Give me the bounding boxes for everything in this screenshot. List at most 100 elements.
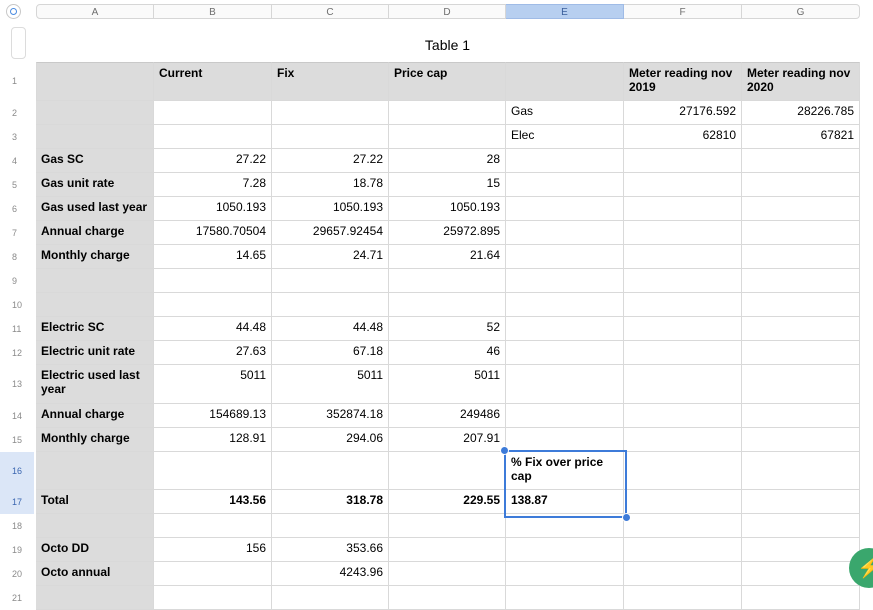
cell-a15[interactable]: Monthly charge: [36, 428, 154, 452]
cell-b1[interactable]: Current: [154, 62, 272, 101]
cell-a3[interactable]: [36, 125, 154, 149]
cell-c9[interactable]: [272, 269, 389, 293]
row-header-13[interactable]: 13: [0, 365, 34, 404]
cell-f12[interactable]: [624, 341, 742, 365]
cell-e8[interactable]: [506, 245, 624, 269]
cell-e2[interactable]: Gas: [506, 101, 624, 125]
row-header-10[interactable]: 10: [0, 293, 34, 317]
column-header-a[interactable]: A: [36, 4, 154, 19]
cell-g2[interactable]: 28226.785: [742, 101, 860, 125]
cell-e14[interactable]: [506, 404, 624, 428]
row-header-15[interactable]: 15: [0, 428, 34, 452]
cell-a2[interactable]: [36, 101, 154, 125]
cell-e3[interactable]: Elec: [506, 125, 624, 149]
row-header-1[interactable]: 1: [0, 62, 34, 101]
column-header-g[interactable]: G: [742, 4, 860, 19]
cell-b20[interactable]: [154, 562, 272, 586]
cell-b14[interactable]: 154689.13: [154, 404, 272, 428]
cell-b5[interactable]: 7.28: [154, 173, 272, 197]
cell-c14[interactable]: 352874.18: [272, 404, 389, 428]
cell-d20[interactable]: [389, 562, 506, 586]
cell-f18[interactable]: [624, 514, 742, 538]
row-header-20[interactable]: 20: [0, 562, 34, 586]
cell-f15[interactable]: [624, 428, 742, 452]
column-header-d[interactable]: D: [389, 4, 506, 19]
cell-d18[interactable]: [389, 514, 506, 538]
cell-e7[interactable]: [506, 221, 624, 245]
cell-a6[interactable]: Gas used last year: [36, 197, 154, 221]
cell-b8[interactable]: 14.65: [154, 245, 272, 269]
row-header-8[interactable]: 8: [0, 245, 34, 269]
row-header-5[interactable]: 5: [0, 173, 34, 197]
cell-g10[interactable]: [742, 293, 860, 317]
cell-f17[interactable]: [624, 490, 742, 514]
cell-g11[interactable]: [742, 317, 860, 341]
cell-d10[interactable]: [389, 293, 506, 317]
cell-a10[interactable]: [36, 293, 154, 317]
cell-d17[interactable]: 229.55: [389, 490, 506, 514]
cell-e4[interactable]: [506, 149, 624, 173]
cell-f21[interactable]: [624, 586, 742, 610]
cell-f6[interactable]: [624, 197, 742, 221]
row-header-12[interactable]: 12: [0, 341, 34, 365]
cell-a12[interactable]: Electric unit rate: [36, 341, 154, 365]
row-header-14[interactable]: 14: [0, 404, 34, 428]
cell-b17[interactable]: 143.56: [154, 490, 272, 514]
cell-b4[interactable]: 27.22: [154, 149, 272, 173]
cell-f8[interactable]: [624, 245, 742, 269]
cell-g19[interactable]: [742, 538, 860, 562]
cell-e21[interactable]: [506, 586, 624, 610]
cell-a8[interactable]: Monthly charge: [36, 245, 154, 269]
row-header-11[interactable]: 11: [0, 317, 34, 341]
cell-d21[interactable]: [389, 586, 506, 610]
cell-d1[interactable]: Price cap: [389, 62, 506, 101]
cell-a11[interactable]: Electric SC: [36, 317, 154, 341]
cell-a18[interactable]: [36, 514, 154, 538]
cell-c16[interactable]: [272, 452, 389, 490]
cell-a4[interactable]: Gas SC: [36, 149, 154, 173]
cell-g3[interactable]: 67821: [742, 125, 860, 149]
cell-b11[interactable]: 44.48: [154, 317, 272, 341]
cell-f3[interactable]: 62810: [624, 125, 742, 149]
cell-b6[interactable]: 1050.193: [154, 197, 272, 221]
cell-f13[interactable]: [624, 365, 742, 404]
cell-e13[interactable]: [506, 365, 624, 404]
cell-e11[interactable]: [506, 317, 624, 341]
cell-e19[interactable]: [506, 538, 624, 562]
row-header-4[interactable]: 4: [0, 149, 34, 173]
cell-d13[interactable]: 5011: [389, 365, 506, 404]
cell-c12[interactable]: 67.18: [272, 341, 389, 365]
cell-c10[interactable]: [272, 293, 389, 317]
column-header-c[interactable]: C: [272, 4, 389, 19]
cell-c3[interactable]: [272, 125, 389, 149]
cell-g1[interactable]: Meter reading nov 2020: [742, 62, 860, 101]
selection-handle-end[interactable]: [622, 513, 631, 522]
cell-a21[interactable]: [36, 586, 154, 610]
cell-e5[interactable]: [506, 173, 624, 197]
cell-c8[interactable]: 24.71: [272, 245, 389, 269]
cell-b2[interactable]: [154, 101, 272, 125]
cell-f2[interactable]: 27176.592: [624, 101, 742, 125]
selection-handle-start[interactable]: [500, 446, 509, 455]
cell-f7[interactable]: [624, 221, 742, 245]
cell-c6[interactable]: 1050.193: [272, 197, 389, 221]
cell-d3[interactable]: [389, 125, 506, 149]
row-header-9[interactable]: 9: [0, 269, 34, 293]
row-header-18[interactable]: 18: [0, 514, 34, 538]
cell-b3[interactable]: [154, 125, 272, 149]
cell-g18[interactable]: [742, 514, 860, 538]
cell-f16[interactable]: [624, 452, 742, 490]
cell-c7[interactable]: 29657.92454: [272, 221, 389, 245]
cell-f11[interactable]: [624, 317, 742, 341]
cell-g20[interactable]: [742, 562, 860, 586]
cell-c15[interactable]: 294.06: [272, 428, 389, 452]
column-header-e[interactable]: E: [506, 4, 624, 19]
table-handle[interactable]: [11, 27, 26, 59]
cell-f5[interactable]: [624, 173, 742, 197]
row-header-2[interactable]: 2: [0, 101, 34, 125]
cell-b9[interactable]: [154, 269, 272, 293]
cell-a13[interactable]: Electric used last year: [36, 365, 154, 404]
cell-a17[interactable]: Total: [36, 490, 154, 514]
cell-c21[interactable]: [272, 586, 389, 610]
cell-a7[interactable]: Annual charge: [36, 221, 154, 245]
